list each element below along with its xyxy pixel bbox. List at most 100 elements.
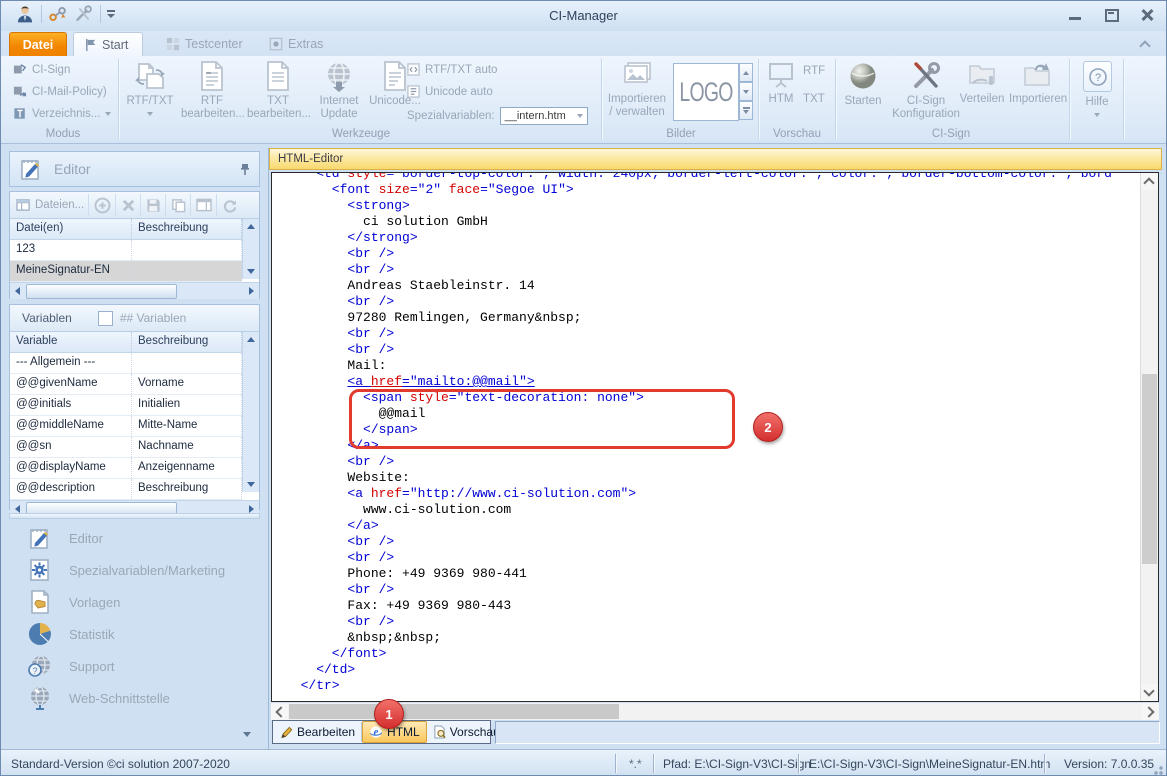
close-button[interactable] [1140, 9, 1154, 21]
scroll-left-button[interactable] [271, 703, 288, 720]
code-line[interactable]: <br /> [285, 534, 1140, 550]
sidebar-splitter[interactable] [9, 513, 260, 519]
scrollbar-thumb[interactable] [289, 704, 619, 719]
code-line[interactable]: <a href="mailto:@@mail"> [285, 374, 1140, 390]
scrollbar-thumb[interactable] [1142, 374, 1157, 564]
code-line[interactable]: <font size="2" face="Segoe UI"> [285, 182, 1140, 198]
table-row[interactable]: @@snNachname [10, 437, 242, 458]
nav-item-editor[interactable]: Editor [9, 522, 260, 554]
table-cell[interactable]: Vorname [132, 374, 242, 394]
internet-update-button[interactable]: InternetUpdate [313, 60, 365, 126]
table-cell[interactable]: --- Allgemein --- [10, 353, 132, 373]
txt-bearbeiten-button[interactable]: TXTbearbeiten... [247, 60, 309, 126]
rtf-txt-auto-toggle[interactable]: RTF/TXT auto [407, 63, 497, 76]
nav-item-vorlagen[interactable]: Vorlagen [9, 586, 260, 618]
tab-bearbeiten[interactable]: Bearbeiten [274, 722, 362, 742]
refresh-button[interactable] [218, 194, 242, 216]
table-cell[interactable]: @@description [10, 479, 132, 499]
ci-sign-konfiguration-button[interactable]: CI-SignKonfiguration [891, 60, 961, 126]
table-cell[interactable]: @@displayName [10, 458, 132, 478]
ci-mail-policy-button[interactable]: CI-Mail-Policy) [13, 85, 107, 98]
rtf-txt-button[interactable]: RTF/TXT [123, 60, 177, 126]
table-cell[interactable]: @@initials [10, 395, 132, 415]
variables-vertical-scrollbar[interactable] [242, 332, 259, 492]
code-line[interactable]: </font> [285, 646, 1140, 662]
table-row[interactable]: @@middleNameMitte-Name [10, 416, 242, 437]
table-cell[interactable]: Mitte-Name [132, 416, 242, 436]
table-cell[interactable]: MeineSignatur-EN [10, 261, 132, 281]
nav-item-support[interactable]: ? Support [9, 650, 260, 682]
code-line[interactable]: <td style="border-top-color: ; width: 24… [285, 172, 1140, 182]
table-row[interactable]: @@initialsInitialien [10, 395, 242, 416]
table-row[interactable]: MeineSignatur-EN [10, 261, 242, 282]
column-header[interactable]: Beschreibung [132, 219, 242, 239]
code-line[interactable]: Mail: [285, 358, 1140, 374]
tab-testcenter[interactable]: Testcenter [156, 32, 253, 56]
htm-vorschau-button[interactable]: HTM [763, 60, 799, 126]
delete-file-button[interactable] [117, 194, 141, 216]
code-line[interactable]: Fax: +49 9369 980-443 [285, 598, 1140, 614]
cisign-importieren-button[interactable]: Importieren [1009, 60, 1065, 126]
code-line[interactable]: www.ci-solution.com [285, 502, 1140, 518]
rtf-vorschau-button[interactable]: RTF [803, 65, 825, 77]
code-line[interactable]: <strong> [285, 198, 1140, 214]
copy-file-button[interactable] [167, 194, 191, 216]
files-vertical-scrollbar[interactable] [242, 219, 259, 279]
code-line[interactable]: <br /> [285, 454, 1140, 470]
table-cell[interactable]: Initialien [132, 395, 242, 415]
code-line[interactable]: <br /> [285, 582, 1140, 598]
resize-grip[interactable] [1151, 763, 1163, 775]
code-line[interactable]: 97280 Remlingen, Germany&nbsp; [285, 310, 1140, 326]
verteilen-button[interactable]: Verteilen [959, 60, 1005, 126]
column-header[interactable]: Variable [10, 332, 132, 352]
code-line[interactable]: </tr> [285, 678, 1140, 694]
tab-extras[interactable]: Extras [259, 32, 333, 56]
code-line[interactable]: <br /> [285, 246, 1140, 262]
code-line[interactable]: <br /> [285, 342, 1140, 358]
hilfe-button[interactable]: ? [1083, 61, 1112, 92]
column-header[interactable]: Datei(en) [10, 219, 132, 239]
table-cell[interactable]: @@givenName [10, 374, 132, 394]
save-file-button[interactable] [142, 194, 166, 216]
code-line[interactable]: </strong> [285, 230, 1140, 246]
add-file-button[interactable] [90, 194, 116, 216]
txt-vorschau-button[interactable]: TXT [803, 93, 825, 105]
table-cell[interactable] [132, 261, 242, 281]
code-line[interactable]: <br /> [285, 294, 1140, 310]
nav-collapse-icon[interactable] [243, 732, 251, 737]
variables-checkbox[interactable] [98, 311, 113, 326]
logo-gallery[interactable]: LOGO [673, 63, 739, 121]
table-cell[interactable]: Nachname [132, 437, 242, 457]
layout-button[interactable] [192, 194, 217, 216]
code-line[interactable]: <br /> [285, 614, 1140, 630]
dateien-button[interactable]: Dateien... [12, 194, 89, 216]
files-horizontal-scrollbar[interactable] [10, 282, 259, 299]
scroll-right-button[interactable] [1142, 703, 1159, 720]
table-row[interactable]: @@descriptionBeschreibung [10, 479, 242, 500]
nav-item-statistik[interactable]: Statistik [9, 618, 260, 650]
bilder-importieren-button[interactable]: Importieren/ verwalten [606, 60, 668, 126]
starten-button[interactable]: Starten [839, 60, 887, 126]
gallery-more-button[interactable] [739, 101, 753, 120]
unicode-auto-toggle[interactable]: Unicode auto [407, 85, 493, 98]
code-line[interactable]: </td> [285, 662, 1140, 678]
scroll-up-button[interactable] [1141, 173, 1158, 190]
table-row[interactable]: @@givenNameVorname [10, 374, 242, 395]
table-cell[interactable]: Anzeigenname [132, 458, 242, 478]
code-line[interactable]: <a href="http://www.ci-solution.com"> [285, 486, 1140, 502]
code-line[interactable]: <br /> [285, 550, 1140, 566]
pin-icon[interactable] [239, 163, 251, 176]
table-cell[interactable]: @@middleName [10, 416, 132, 436]
restore-button[interactable] [1104, 9, 1118, 21]
code-line[interactable]: Andreas Staebleinstr. 14 [285, 278, 1140, 294]
code-line[interactable]: <br /> [285, 326, 1140, 342]
table-row[interactable]: @@displayNameAnzeigenname [10, 458, 242, 479]
scroll-down-button[interactable] [1141, 684, 1158, 701]
minimize-button[interactable] [1068, 9, 1082, 21]
table-row[interactable]: --- Allgemein --- [10, 353, 242, 374]
gallery-down-button[interactable] [739, 82, 753, 101]
code-line[interactable]: &nbsp;&nbsp; [285, 630, 1140, 646]
ci-sign-mode-button[interactable]: CI-Sign [13, 63, 70, 76]
spezialvariablen-select[interactable]: __intern.htm [500, 107, 588, 125]
tab-vorschau[interactable]: Vorschau [427, 722, 506, 742]
